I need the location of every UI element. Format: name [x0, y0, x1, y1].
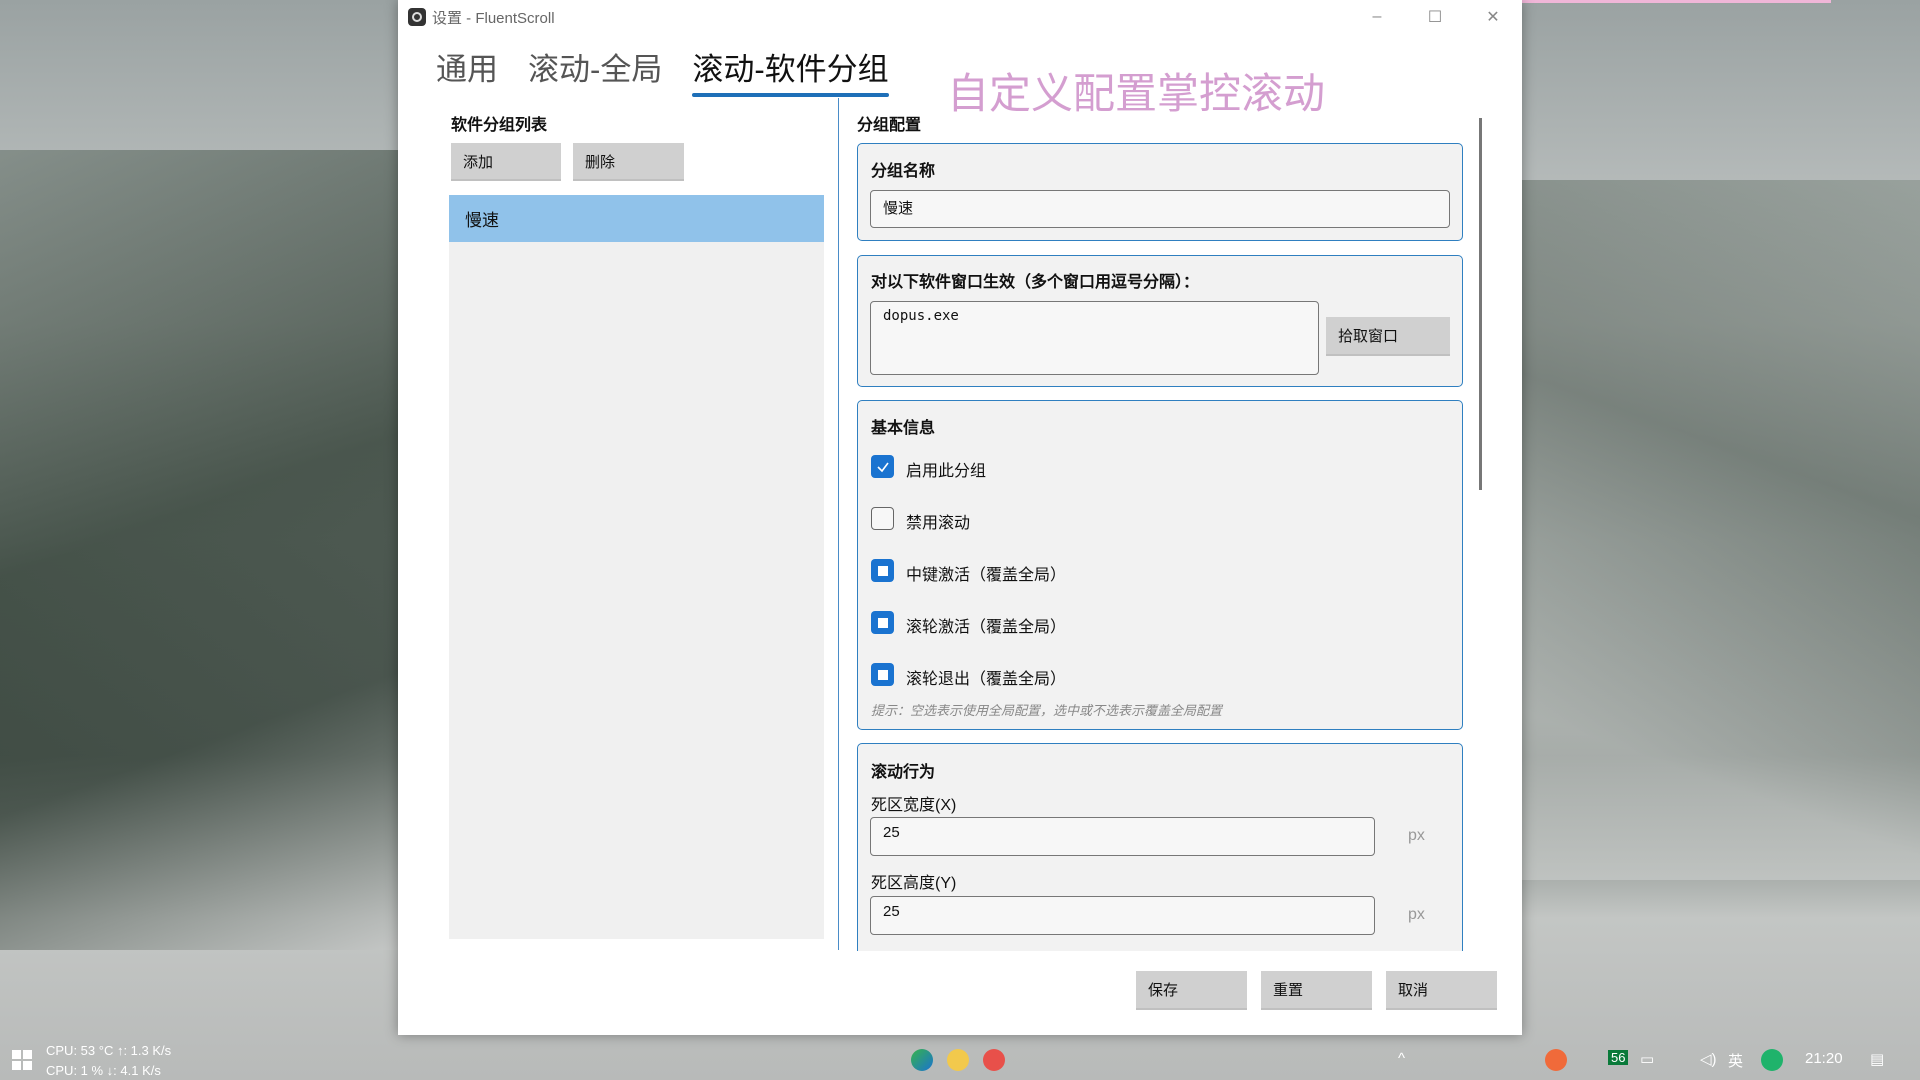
tab-scroll-global[interactable]: 滚动-全局 [528, 44, 662, 97]
dead-x-input[interactable]: 25 [870, 817, 1375, 856]
volume-icon[interactable]: ◁) [1700, 1050, 1717, 1068]
group-list-title: 软件分组列表 [451, 111, 547, 135]
clock[interactable]: 21:20 [1805, 1050, 1843, 1067]
basic-info-label: 基本信息 [871, 414, 935, 438]
dead-y-unit: px [1408, 906, 1425, 924]
tray-cat-icon[interactable] [1545, 1049, 1567, 1071]
disable-scroll-checkbox[interactable] [871, 507, 894, 530]
middle-activate-checkbox[interactable] [871, 559, 894, 582]
tab-general[interactable]: 通用 [436, 44, 498, 97]
cpu-usage-readout: CPU: 1 % ↓: 4.1 K/s [46, 1063, 161, 1078]
dead-x-unit: px [1408, 827, 1425, 845]
group-list: 慢速 [449, 195, 824, 939]
config-scroll-area: 分组名称 慢速 对以下软件窗口生效（多个窗口用逗号分隔）： dopus.exe … [857, 143, 1477, 951]
window-title: 设置 - FluentScroll [432, 7, 555, 28]
enable-group-checkbox[interactable] [871, 455, 894, 478]
reset-button[interactable]: 重置 [1261, 971, 1372, 1010]
tray-badge[interactable]: 56 [1608, 1050, 1628, 1065]
cpu-temp-readout: CPU: 53 °C ↑: 1.3 K/s [46, 1043, 171, 1058]
dead-y-label: 死区高度(Y) [871, 869, 956, 893]
settings-window: 设置 - FluentScroll – ☐ ✕ 通用 滚动-全局 滚动-软件分组… [398, 0, 1522, 1035]
divider [838, 98, 839, 950]
edge-icon[interactable] [911, 1049, 933, 1071]
maximize-button[interactable]: ☐ [1406, 0, 1464, 34]
scrollbar[interactable] [1479, 118, 1482, 490]
dead-x-label: 死区宽度(X) [871, 791, 956, 815]
dead-y-input[interactable]: 25 [870, 896, 1375, 935]
start-icon[interactable] [12, 1050, 32, 1070]
group-name-label: 分组名称 [871, 157, 935, 181]
ime-indicator[interactable]: 英 [1728, 1050, 1743, 1071]
check-icon [875, 459, 891, 475]
list-item[interactable]: 慢速 [449, 195, 824, 242]
group-name-input[interactable]: 慢速 [870, 190, 1450, 228]
title-bar: 设置 - FluentScroll – ☐ ✕ [398, 0, 1522, 34]
tab-bar: 通用 滚动-全局 滚动-软件分组 [436, 44, 889, 97]
scroll-behavior-box: 滚动行为 死区宽度(X) 25 px 死区高度(Y) 25 px [857, 743, 1463, 951]
apps-textarea[interactable]: dopus.exe [870, 301, 1319, 375]
middle-activate-label: 中键激活（覆盖全局） [906, 561, 1066, 585]
wheel-exit-checkbox[interactable] [871, 663, 894, 686]
save-button[interactable]: 保存 [1136, 971, 1247, 1010]
tab-scroll-groups[interactable]: 滚动-软件分组 [692, 44, 888, 97]
wheel-exit-label: 滚轮退出（覆盖全局） [906, 665, 1066, 689]
enable-group-label: 启用此分组 [906, 457, 986, 481]
app-icon-2[interactable] [947, 1049, 969, 1071]
basic-info-box: 基本信息 启用此分组 禁用滚动 中键激活（覆盖全局） 滚轮激活（覆盖全局） 滚轮… [857, 400, 1463, 730]
group-name-box: 分组名称 慢速 [857, 143, 1463, 241]
pick-window-button[interactable]: 拾取窗口 [1326, 317, 1450, 356]
delete-button[interactable]: 删除 [573, 143, 684, 181]
add-button[interactable]: 添加 [451, 143, 561, 181]
tray-green-icon[interactable] [1761, 1049, 1783, 1071]
app-icon [408, 8, 426, 26]
notification-icon[interactable]: ▤ [1870, 1050, 1884, 1068]
minimize-button[interactable]: – [1348, 0, 1406, 34]
wallpaper-mist [1520, 180, 1920, 880]
battery-icon[interactable]: ▭ [1640, 1050, 1654, 1068]
disable-scroll-label: 禁用滚动 [906, 509, 970, 533]
wallpaper-forest [0, 150, 420, 950]
tray-expand-icon[interactable]: ^ [1398, 1050, 1405, 1067]
close-button[interactable]: ✕ [1464, 0, 1522, 34]
annotation-text: 自定义配置掌控滚动 [947, 60, 1325, 121]
cancel-button[interactable]: 取消 [1386, 971, 1497, 1010]
wheel-activate-checkbox[interactable] [871, 611, 894, 634]
wheel-activate-label: 滚轮激活（覆盖全局） [906, 613, 1066, 637]
hint-text: 提示：空选表示使用全局配置，选中或不选表示覆盖全局配置 [871, 700, 1222, 719]
apps-label: 对以下软件窗口生效（多个窗口用逗号分隔）： [871, 268, 1199, 292]
scroll-behavior-label: 滚动行为 [871, 758, 935, 782]
app-icon-3[interactable] [983, 1049, 1005, 1071]
group-config-title: 分组配置 [857, 111, 921, 135]
apps-box: 对以下软件窗口生效（多个窗口用逗号分隔）： dopus.exe 拾取窗口 [857, 255, 1463, 387]
